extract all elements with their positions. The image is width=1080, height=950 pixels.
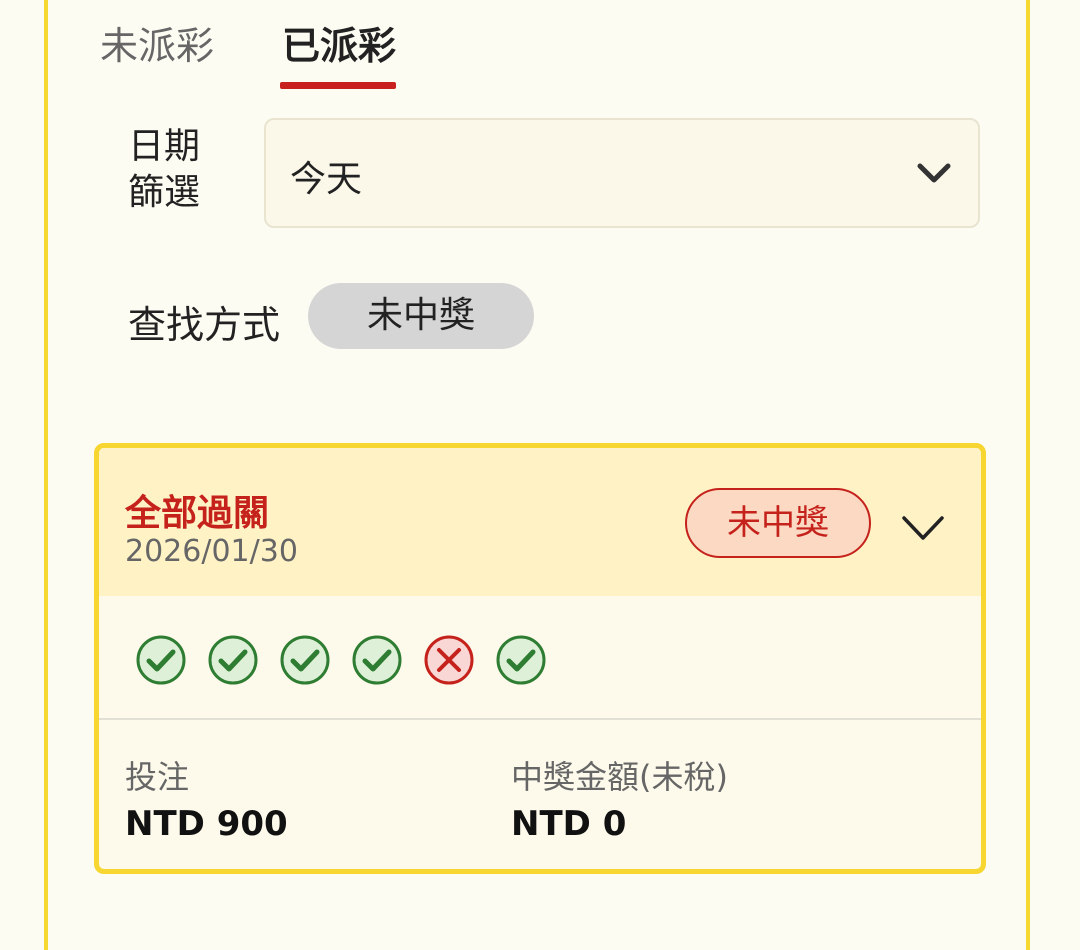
date-filter-value: 今天 [290, 159, 363, 200]
leg-win-check-icon [280, 635, 330, 685]
stake-label: 投注 [125, 758, 190, 796]
bet-type-title: 全部過關 [125, 493, 270, 534]
chevron-down-icon [917, 163, 951, 183]
payout-tabs: 未派彩 已派彩 [100, 18, 500, 92]
leg-win-check-icon [136, 635, 186, 685]
bet-card: 全部過關 2026/01/30 未中獎 投注 NTD 900 中獎金額(未稅) … [94, 443, 986, 874]
leg-win-check-icon [352, 635, 402, 685]
bet-date: 2026/01/30 [125, 534, 298, 569]
leg-results [135, 634, 735, 686]
result-filter-chip[interactable]: 未中獎 [308, 283, 534, 349]
search-method-label: 查找方式 [128, 303, 281, 347]
bet-card-header[interactable]: 全部過關 2026/01/30 未中獎 [99, 448, 981, 596]
card-divider [99, 718, 981, 720]
result-badge: 未中獎 [685, 488, 871, 558]
expand-chevron-icon[interactable] [901, 514, 945, 542]
payout-value: NTD 0 [511, 804, 627, 844]
date-filter-label: 日期 篩選 [128, 124, 228, 216]
tab-settled[interactable]: 已派彩 [282, 18, 396, 74]
leg-win-check-icon [208, 635, 258, 685]
active-tab-indicator [280, 82, 396, 89]
tab-unsettled[interactable]: 未派彩 [100, 18, 214, 74]
stake-value: NTD 900 [125, 804, 288, 844]
date-filter-label-text: 日期 篩選 [128, 126, 201, 213]
leg-lose-cross-icon [424, 635, 474, 685]
date-filter-select[interactable]: 今天 [264, 118, 980, 228]
payout-label: 中獎金額(未稅) [511, 758, 728, 796]
leg-win-check-icon [496, 635, 546, 685]
